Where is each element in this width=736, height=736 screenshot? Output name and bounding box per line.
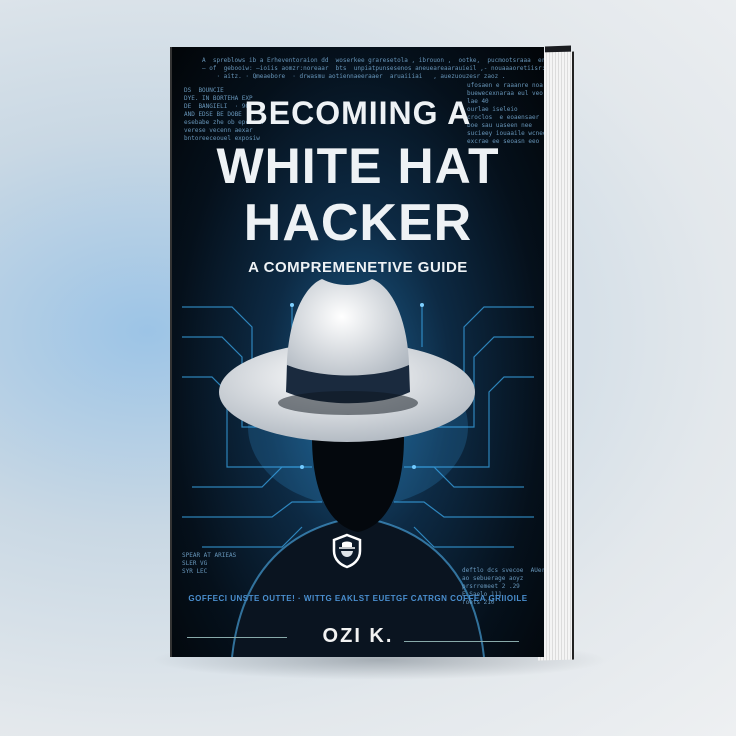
tagline: GOFFECI UNSTE OUTTE! · WITTG EAKLST EUET… (188, 594, 528, 603)
author-name: OZI K. (322, 625, 394, 647)
book-cover: A spreblows ib a Erheventoraion dd woser… (172, 47, 544, 657)
shield-logo-icon (332, 533, 362, 569)
